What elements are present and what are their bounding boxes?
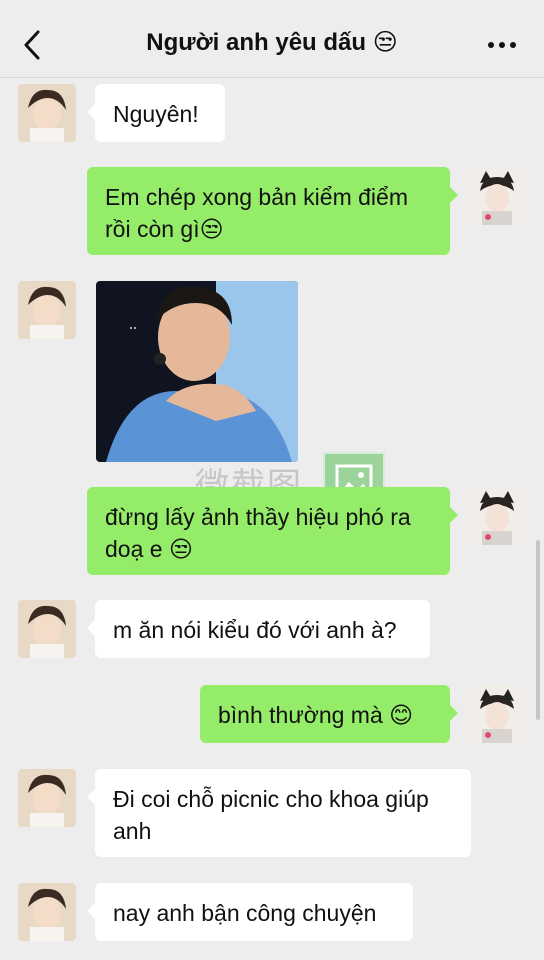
message-bubble-outgoing[interactable]: đừng lấy ảnh thầy hiệu phó ra doạ e 😒 xyxy=(87,487,458,575)
message-bubble-outgoing[interactable]: Em chép xong bản kiểm điểm rồi còn gì😒 xyxy=(87,167,458,255)
user-avatar[interactable] xyxy=(468,487,526,545)
scrollbar[interactable] xyxy=(536,540,540,720)
more-options-icon[interactable] xyxy=(486,36,518,54)
user-avatar[interactable] xyxy=(468,167,526,225)
chat-header: Người anh yêu dấu 😒 xyxy=(0,0,544,78)
contact-avatar[interactable] xyxy=(18,883,76,941)
contact-avatar[interactable] xyxy=(18,281,76,339)
contact-avatar[interactable] xyxy=(18,769,76,827)
contact-avatar[interactable] xyxy=(18,600,76,658)
message-bubble-incoming[interactable]: Đi coi chỗ picnic cho khoa giúp anh xyxy=(87,769,471,857)
chat-title: Người anh yêu dấu 😒 xyxy=(146,29,398,56)
contact-avatar[interactable] xyxy=(18,84,76,142)
message-bubble-incoming[interactable]: m ăn nói kiểu đó với anh à? xyxy=(87,600,430,658)
message-bubble-incoming[interactable]: Nguyên! xyxy=(87,84,225,142)
user-avatar[interactable] xyxy=(468,685,526,743)
message-bubble-incoming[interactable]: nay anh bận công chuyện xyxy=(87,883,413,941)
message-image[interactable] xyxy=(96,281,298,462)
message-bubble-outgoing[interactable]: bình thường mà 😊 xyxy=(200,685,458,743)
